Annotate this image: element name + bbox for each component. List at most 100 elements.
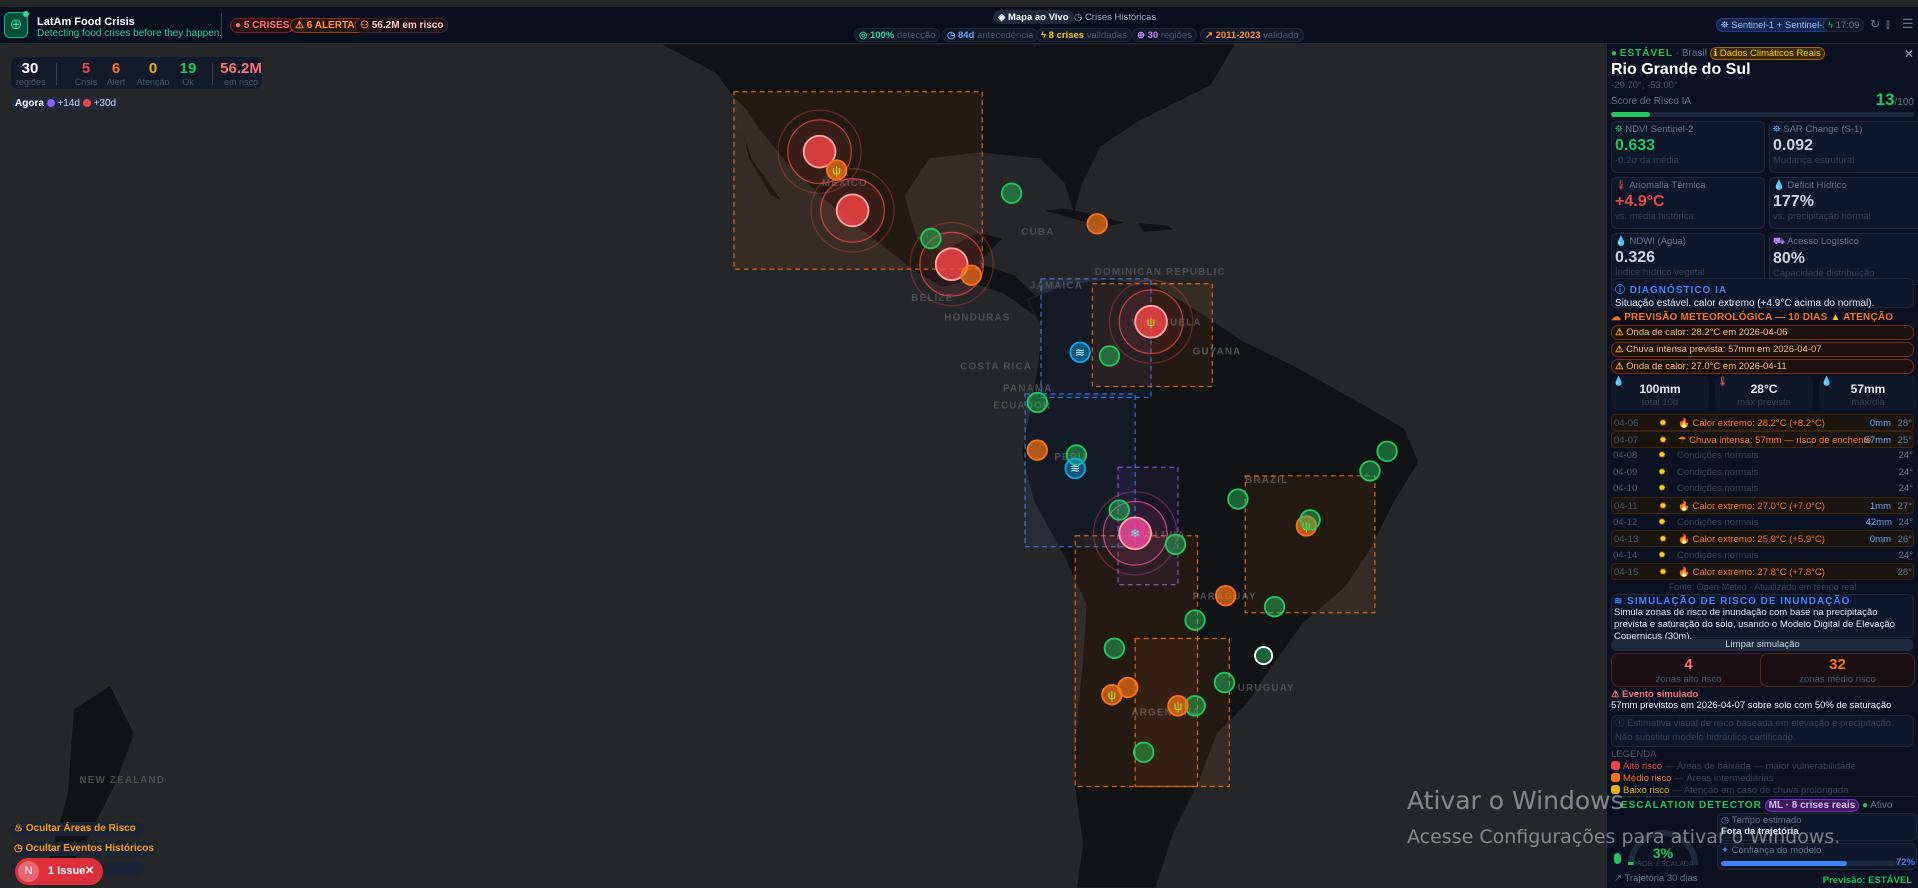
warning-icon: ⚠ [1615, 344, 1624, 355]
forecast-day-row[interactable]: 04-09 ✹ Condições normais 24° [1611, 464, 1914, 481]
region-marker[interactable]: ψ [825, 159, 848, 181]
close-icon[interactable]: ✕ [1904, 47, 1914, 61]
metric-regions: ⊕ 30 regiões [1132, 28, 1197, 42]
forecast-day-row[interactable]: 04-11 ✹ 🔥 Calor extremo: 27.0°C (+7.0°C) 1m… [1611, 497, 1914, 514]
region-marker[interactable] [1164, 533, 1187, 555]
region-marker[interactable] [1108, 499, 1130, 521]
forecast-day-row[interactable]: 04-06 ✹ 🔥 Calor extremo: 28.2°C (+8.2°C) 0m… [1611, 414, 1914, 431]
timeline-30d[interactable]: +30d [94, 98, 117, 109]
hide-risk-areas-button[interactable]: ♨ Ocultar Áreas de Risco [12, 822, 144, 836]
map-label: HONDURAS [944, 312, 1010, 323]
escalation-probability: 3% [1652, 845, 1674, 861]
region-marker[interactable] [1214, 584, 1237, 607]
forecast-day-row[interactable]: 04-07 ✹ ☂ Chuva intensa: 57mm — risco de e… [1611, 430, 1914, 448]
cactus-icon: ψ [1147, 315, 1156, 329]
crisis-marker[interactable] [810, 168, 895, 253]
map-label: NEW ZEALAND [80, 775, 166, 786]
forecast-title: ☁ PREVISÃO METEOROLÓGICA — 10 DIAS ▲ ATE… [1611, 312, 1894, 323]
day-date: 04-11 [1614, 501, 1638, 512]
forecast-alert: ⚠ Chuva intensa prevista: 57mm em 2026-0… [1611, 342, 1914, 357]
map-label: COSTA RICA [960, 361, 1032, 372]
day-temperature: 27° [1897, 501, 1912, 512]
flood-legend: LEGENDA Alto risco — Áreas de baixada — … [1611, 749, 1914, 797]
cloud-icon: ☁ [1611, 312, 1622, 323]
ai-diagnosis: ⓘ DIAGNÓSTICO IA Situação estável. calor… [1611, 278, 1914, 309]
disclaimer-note: ⓘ Estimativa visual de risco baseada em … [1611, 715, 1914, 747]
day-precipitation: 0mm [1869, 534, 1891, 546]
region-marker[interactable] [1359, 460, 1381, 482]
forecast-day-row[interactable]: 04-13 ✹ 🔥 Calor extremo: 25.9°C (+5.9°C) 0m… [1611, 530, 1914, 548]
day-date: 04-13 [1614, 534, 1639, 546]
metric-lead-time: ◷ 84d antecedência [942, 28, 1039, 42]
refresh-icon[interactable]: ↻ [1870, 17, 1880, 31]
day-date: 04-09 [1613, 466, 1638, 478]
divider [221, 13, 222, 39]
flood-simulation: ≋ SIMULAÇÃO DE RISCO DE INUNDAÇÃO Simula… [1611, 594, 1914, 642]
metric-water-deficit: 💧 Déficit Hídrico 177% vs. precipitação no… [1769, 177, 1918, 229]
region-marker[interactable] [1184, 609, 1206, 631]
forecast-day-row[interactable]: 04-10 ✹ Condições normais 24° [1611, 480, 1914, 497]
region-marker[interactable] [1026, 391, 1048, 414]
close-icon[interactable]: ✕ [85, 858, 94, 885]
sun-icon: ✹ [1659, 534, 1667, 546]
day-condition: Condições normais [1677, 466, 1759, 478]
sun-icon: ✹ [1659, 418, 1667, 429]
forecast-day-row[interactable]: 04-15 ✹ 🔥 Calor extremo: 27.8°C (+7.8°C) 28… [1611, 563, 1914, 581]
region-marker[interactable] [1133, 741, 1155, 763]
region-marker[interactable] [1000, 182, 1023, 204]
region-marker[interactable] [960, 264, 982, 286]
region-marker[interactable] [1263, 595, 1286, 618]
region-marker[interactable]: ≋ [1064, 457, 1086, 480]
day-date: 04-14 [1613, 549, 1638, 561]
warning-icon: ⚠ [1611, 689, 1620, 700]
forecast-timeline[interactable]: Agora +14d +30d [12, 97, 120, 110]
crisis-marker[interactable]: ❄ [1092, 491, 1178, 576]
day-precipitation: 0mm [1869, 418, 1891, 429]
region-marker[interactable]: ψ [1101, 684, 1123, 706]
region-marker[interactable] [1086, 213, 1108, 235]
wave-icon: ≋ [1075, 346, 1085, 360]
timeline-14d[interactable]: +14d [57, 98, 80, 109]
warning-icon: ⚠ [295, 20, 307, 31]
issue-badge[interactable]: N1 Issue ✕ [15, 858, 103, 885]
day-temperature: 24° [1898, 483, 1913, 495]
day-temperature: 26° [1897, 534, 1912, 546]
region-marker[interactable] [1103, 637, 1126, 659]
pulse-icon: ϟ [1828, 20, 1836, 31]
clear-simulation-button[interactable]: Limpar simulação [1611, 639, 1914, 651]
thermometer-icon: 🌡 [1717, 376, 1729, 386]
forecast-day-row[interactable]: 04-08 ✹ Condições normais 24° [1611, 447, 1914, 464]
tab-live-map[interactable]: ◈ Mapa ao Vivo [993, 10, 1074, 24]
hide-historical-events-button[interactable]: ◷ Ocultar Eventos Históricos [12, 842, 156, 856]
region-marker[interactable]: ψ [1167, 695, 1189, 717]
region-marker[interactable] [1376, 440, 1398, 463]
crises-badge[interactable]: ● 5 CRISES [230, 18, 295, 33]
app-title: LatAm Food Crisis [37, 16, 135, 28]
timeline-now[interactable]: Agora [15, 98, 44, 109]
menu-icon[interactable]: ☰ [1902, 16, 1914, 32]
forecast-day-row[interactable]: 04-12 ✹ Condições normais 42mm 24° [1611, 514, 1914, 531]
tab-historical-crises[interactable]: ◷ Crises Históricas [1069, 10, 1161, 24]
region-marker[interactable] [1227, 488, 1249, 510]
region-marker[interactable]: ≋ [1069, 341, 1091, 363]
crisis-marker[interactable]: ψ [1108, 279, 1194, 364]
at-risk-badge[interactable]: ⚇ 56.2M em risco [355, 18, 449, 33]
forecast-day-row[interactable]: 04-14 ✹ Condições normais 24° [1611, 547, 1914, 564]
sun-icon: ✹ [1658, 549, 1666, 561]
region-marker[interactable] [1098, 345, 1121, 367]
flame-icon: ♨ [14, 823, 26, 834]
region-marker[interactable] [920, 227, 942, 250]
day-date: 04-15 [1614, 567, 1639, 579]
forecast-status: Previsão: ESTÁVEL [1822, 875, 1912, 886]
region-marker[interactable] [1026, 439, 1048, 461]
satellite-badge[interactable]: ⛯ Sentinel-1 + Sentinel-2 [1716, 18, 1833, 32]
region-marker[interactable] [1213, 671, 1236, 694]
metric-ndvi: ⛯ NDVI Sentinel-2 0.633 -0.2σ da média [1611, 121, 1765, 173]
history-icon: ◷ [14, 843, 26, 854]
region-marker[interactable] [1299, 509, 1321, 531]
forecast-summary: 💧 100mm total 10d 🌡 28°C máx prevista 💧 57mm m… [1611, 376, 1917, 412]
droplet-icon: 💧 [1613, 376, 1625, 386]
region-marker[interactable] [1254, 646, 1274, 666]
chart-icon[interactable]: ⫾ [1886, 17, 1890, 32]
day-condition: ☂ Chuva intensa: 57mm — risco de enchent… [1678, 434, 1872, 446]
